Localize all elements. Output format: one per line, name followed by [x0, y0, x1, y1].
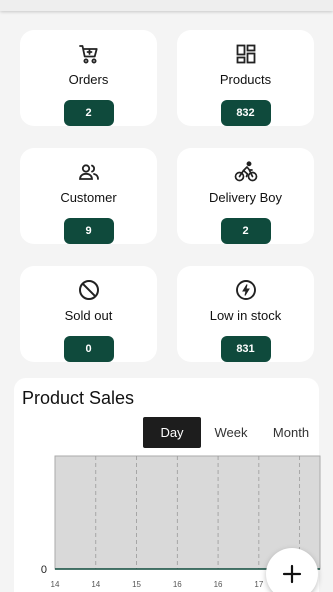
low-in-stock-card[interactable]: Low in stock 831 [177, 266, 314, 362]
add-button[interactable] [266, 548, 318, 592]
sold-out-card[interactable]: Sold out 0 [20, 266, 157, 362]
orders-count-badge: 2 [63, 100, 114, 126]
cart-icon [76, 42, 102, 66]
sold-out-label: Sold out [64, 308, 113, 323]
delivery-boy-label: Delivery Boy [209, 190, 282, 205]
customer-label: Customer [60, 190, 117, 205]
tab-day[interactable]: Day [143, 417, 201, 448]
plus-icon [282, 564, 302, 584]
dashboard-grid-icon [233, 42, 259, 66]
delivery-boy-count-badge: 2 [220, 218, 271, 244]
delivery-boy-card[interactable]: Delivery Boy 2 [177, 148, 314, 244]
orders-card[interactable]: Orders 2 [20, 30, 157, 126]
product-sales-title: Product Sales [22, 388, 135, 408]
bolt-circle-icon [233, 278, 259, 302]
block-icon [76, 278, 102, 302]
bicycle-icon [233, 160, 259, 184]
low-in-stock-label: Low in stock [209, 308, 282, 323]
customer-count-badge: 9 [63, 218, 114, 244]
tab-week[interactable]: Week [204, 417, 258, 448]
low-in-stock-count-badge: 831 [220, 336, 271, 362]
people-icon [76, 160, 102, 184]
stats-grid: Orders 2 Products 832 Customer 9 Deliver… [20, 30, 314, 362]
sold-out-count-badge: 0 [63, 336, 114, 362]
top-app-bar [0, 0, 333, 11]
products-count-badge: 832 [220, 100, 271, 126]
orders-label: Orders [68, 72, 109, 87]
products-card[interactable]: Products 832 [177, 30, 314, 126]
customer-card[interactable]: Customer 9 [20, 148, 157, 244]
products-label: Products [219, 72, 272, 87]
tab-month[interactable]: Month [263, 417, 319, 448]
